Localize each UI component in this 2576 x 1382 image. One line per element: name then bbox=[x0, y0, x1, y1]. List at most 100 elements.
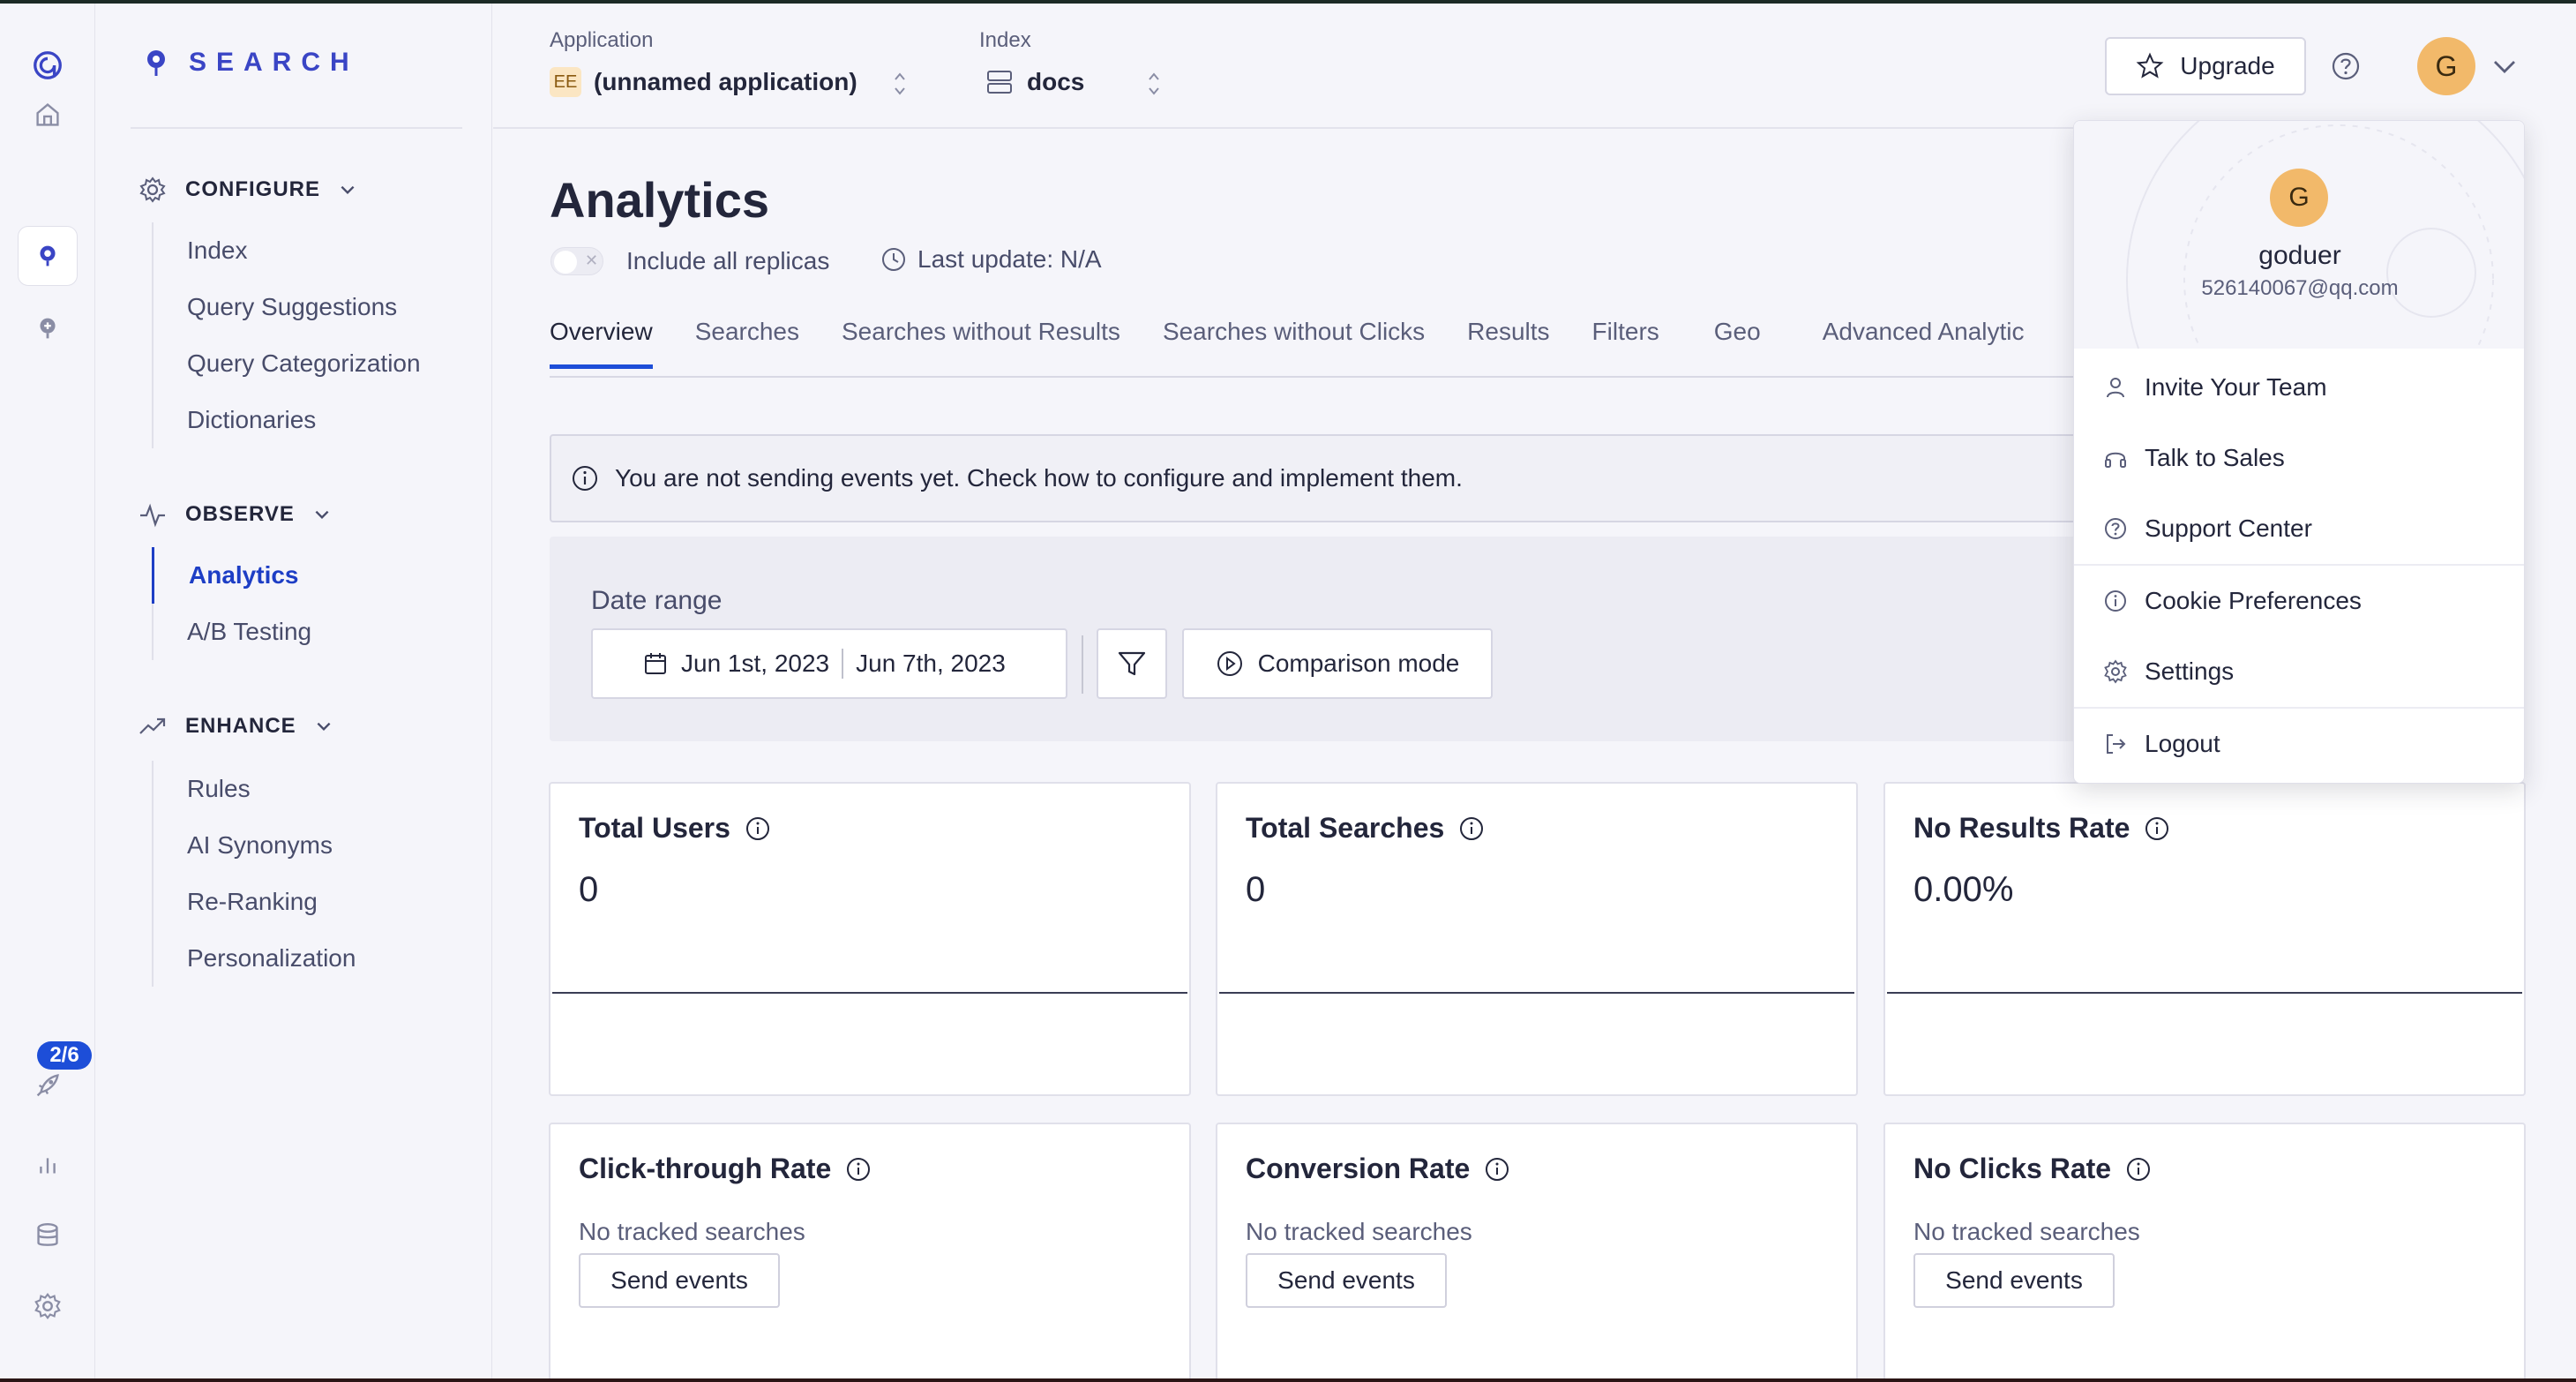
replicas-toggle[interactable]: ✕ bbox=[550, 247, 603, 275]
tab-results[interactable]: Results bbox=[1467, 318, 1549, 369]
send-events-button[interactable]: Send events bbox=[579, 1253, 780, 1308]
pulse-icon bbox=[140, 503, 165, 528]
user-avatar[interactable]: G bbox=[2417, 37, 2475, 95]
headset-icon bbox=[2105, 452, 2126, 468]
menu-item-label: Talk to Sales bbox=[2145, 444, 2285, 471]
info-icon[interactable] bbox=[2144, 815, 2170, 842]
user-menu-email: 526140067@qq.com bbox=[2201, 276, 2399, 300]
toggle-knob bbox=[554, 251, 577, 274]
trending-up-icon bbox=[139, 717, 166, 734]
filter-button[interactable] bbox=[1097, 628, 1167, 699]
events-notice: You are not sending events yet. Check ho… bbox=[550, 434, 2085, 522]
sparkline bbox=[1219, 992, 1854, 994]
tab-searches[interactable]: Searches bbox=[695, 318, 799, 369]
user-menu-username: goduer bbox=[2258, 241, 2341, 270]
menu-item-invite-team[interactable]: Invite Your Team bbox=[2074, 352, 2524, 423]
sidebar-item-ab-testing[interactable]: A/B Testing bbox=[154, 604, 311, 660]
menu-item-talk-to-sales[interactable]: Talk to Sales bbox=[2074, 423, 2524, 493]
recommend-icon[interactable] bbox=[18, 298, 78, 358]
gear-icon bbox=[2104, 659, 2127, 684]
section-configure[interactable]: CONFIGURE bbox=[138, 175, 357, 205]
menu-item-cookie-preferences[interactable]: Cookie Preferences bbox=[2074, 566, 2524, 636]
date-range-start: Jun 1st, 2023 bbox=[681, 650, 830, 677]
tab-overview[interactable]: Overview bbox=[550, 318, 653, 369]
card-title-text: Click-through Rate bbox=[579, 1153, 832, 1184]
replicas-label: Include all replicas bbox=[626, 247, 830, 274]
metric-card-total-searches: Total Searches 0 bbox=[1216, 782, 1858, 1096]
rate-card-conversion: Conversion Rate No tracked searches Send… bbox=[1216, 1123, 1858, 1382]
sidebar-item-analytics[interactable]: Analytics bbox=[152, 547, 311, 604]
menu-item-support-center[interactable]: Support Center bbox=[2074, 493, 2524, 564]
chevron-down-icon bbox=[317, 722, 331, 732]
menu-item-logout[interactable]: Logout bbox=[2074, 709, 2524, 779]
chevron-down-icon[interactable] bbox=[2490, 53, 2520, 79]
sidebar-item-index[interactable]: Index bbox=[154, 222, 421, 279]
observe-group: Analytics A/B Testing bbox=[152, 547, 311, 660]
product-brand[interactable]: SEARCH bbox=[143, 48, 359, 78]
database-icon[interactable] bbox=[18, 1205, 78, 1266]
info-icon[interactable] bbox=[1458, 815, 1485, 842]
date-separator bbox=[842, 649, 844, 679]
star-icon bbox=[2136, 52, 2164, 79]
help-icon[interactable] bbox=[2329, 49, 2363, 83]
sidebar-item-query-suggestions[interactable]: Query Suggestions bbox=[154, 279, 421, 335]
onboarding-progress-badge: 2/6 bbox=[37, 1041, 92, 1070]
tab-filters[interactable]: Filters bbox=[1592, 318, 1659, 369]
sidebar-item-re-ranking[interactable]: Re-Ranking bbox=[154, 874, 356, 930]
menu-item-label: Settings bbox=[2145, 657, 2235, 685]
home-icon[interactable] bbox=[18, 85, 78, 145]
page-title: Analytics bbox=[550, 172, 769, 228]
card-title: Total Searches bbox=[1246, 812, 1485, 845]
sidebar-item-ai-synonyms[interactable]: AI Synonyms bbox=[154, 817, 356, 874]
index-selector[interactable]: docs bbox=[985, 67, 1084, 97]
send-events-button[interactable]: Send events bbox=[1913, 1253, 2115, 1308]
card-empty-text: No tracked searches bbox=[579, 1218, 805, 1245]
header-divider bbox=[493, 127, 2081, 129]
sidebar-item-query-categorization[interactable]: Query Categorization bbox=[154, 335, 421, 392]
tab-searches-without-results[interactable]: Searches without Results bbox=[842, 318, 1120, 369]
brand-name: SEARCH bbox=[189, 48, 359, 77]
menu-item-settings[interactable]: Settings bbox=[2074, 636, 2524, 707]
date-range-label: Date range bbox=[591, 586, 723, 615]
user-menu: G goduer 526140067@qq.com Invite Your Te… bbox=[2073, 120, 2525, 784]
bar-chart-icon[interactable] bbox=[18, 1135, 78, 1195]
info-icon[interactable] bbox=[845, 1156, 872, 1183]
rate-card-no-clicks: No Clicks Rate No tracked searches Send … bbox=[1883, 1123, 2526, 1382]
tab-advanced-analytics[interactable]: Advanced Analytic bbox=[1823, 318, 2025, 369]
tab-searches-without-clicks[interactable]: Searches without Clicks bbox=[1163, 318, 1425, 369]
upgrade-button[interactable]: Upgrade bbox=[2105, 37, 2306, 95]
chevron-updown-icon[interactable] bbox=[1145, 69, 1163, 99]
enhance-group: Rules AI Synonyms Re-Ranking Personaliza… bbox=[152, 761, 356, 987]
menu-item-label: Invite Your Team bbox=[2145, 373, 2327, 401]
sidebar-item-personalization[interactable]: Personalization bbox=[154, 930, 356, 987]
send-events-button[interactable]: Send events bbox=[1246, 1253, 1447, 1308]
chevron-updown-icon[interactable] bbox=[891, 69, 909, 99]
section-enhance-label: ENHANCE bbox=[185, 714, 296, 738]
info-icon[interactable] bbox=[745, 815, 771, 842]
sidebar-item-rules[interactable]: Rules bbox=[154, 761, 356, 817]
tab-geo[interactable]: Geo bbox=[1714, 318, 1761, 369]
search-product-icon[interactable] bbox=[18, 226, 78, 286]
metric-card-total-users: Total Users 0 bbox=[549, 782, 1191, 1096]
sparkline bbox=[1887, 992, 2522, 994]
sidebar: SEARCH CONFIGURE Index Query Suggestions… bbox=[95, 4, 492, 1378]
section-observe[interactable]: OBSERVE bbox=[138, 499, 332, 530]
card-title: Click-through Rate bbox=[579, 1153, 872, 1185]
comparison-mode-button[interactable]: Comparison mode bbox=[1182, 628, 1493, 699]
card-title-text: No Results Rate bbox=[1913, 812, 2130, 844]
last-update-text: Last update: N/A bbox=[917, 245, 1102, 273]
help-circle-icon bbox=[2105, 518, 2126, 539]
application-selector[interactable]: EE (unnamed application) bbox=[550, 67, 857, 97]
analytics-tabs: Overview Searches Searches without Resul… bbox=[550, 318, 2067, 369]
date-range-picker[interactable]: Jun 1st, 2023 Jun 7th, 2023 bbox=[591, 628, 1067, 699]
tabs-divider bbox=[550, 376, 2085, 378]
gear-icon bbox=[139, 177, 166, 203]
section-enhance[interactable]: ENHANCE bbox=[138, 711, 333, 741]
settings-gear-icon[interactable] bbox=[18, 1276, 78, 1336]
card-title: No Clicks Rate bbox=[1913, 1153, 2152, 1185]
sidebar-item-dictionaries[interactable]: Dictionaries bbox=[154, 392, 421, 448]
index-name: docs bbox=[1027, 68, 1085, 95]
info-icon[interactable] bbox=[1484, 1156, 1510, 1183]
info-icon[interactable] bbox=[2125, 1156, 2152, 1183]
card-title-text: Total Users bbox=[579, 812, 730, 844]
